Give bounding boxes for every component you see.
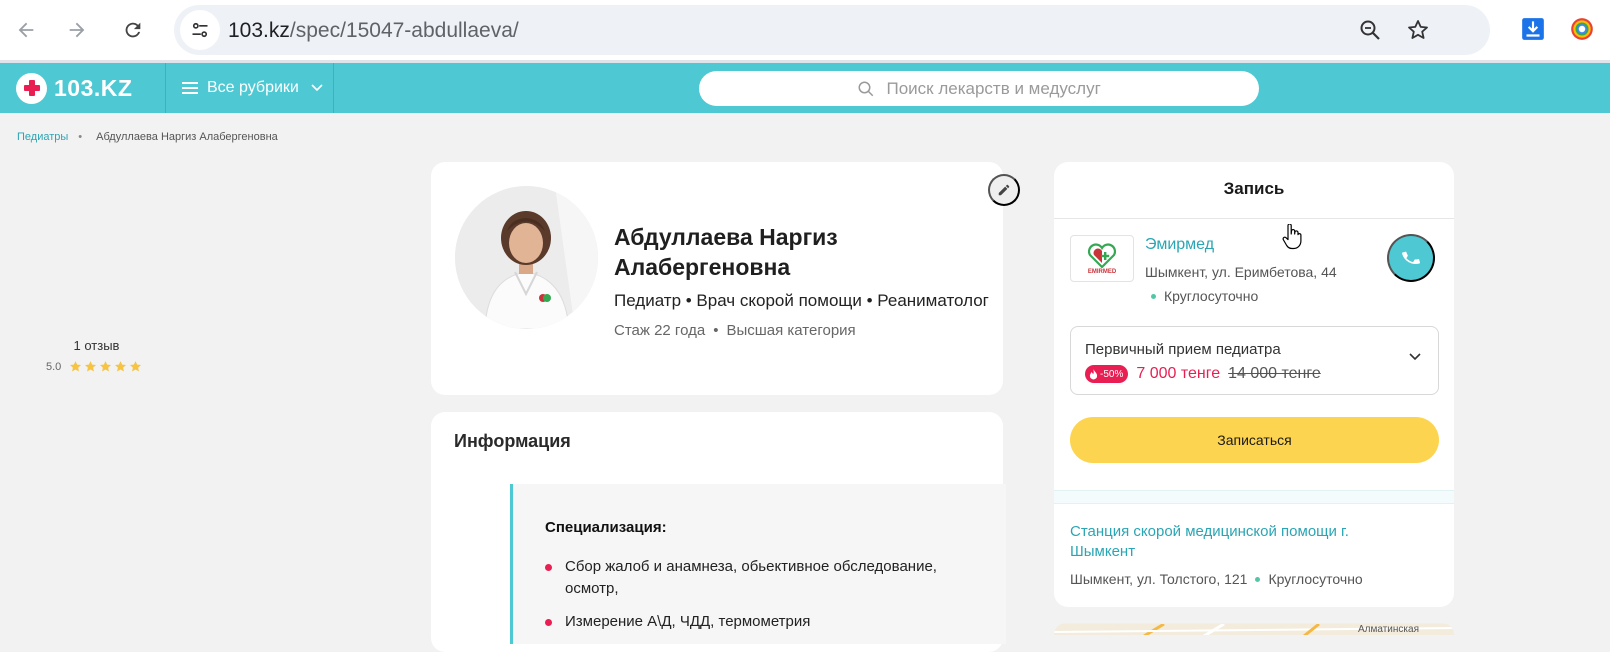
station-name-link[interactable]: Станция скорой медицинской помощи г. Шым… (1070, 522, 1410, 562)
chevron-down-icon[interactable] (1409, 353, 1421, 361)
meta-separator: • (713, 322, 719, 339)
search-icon (857, 80, 875, 98)
book-appointment-button[interactable]: Записаться (1070, 417, 1439, 463)
download-icon[interactable] (1518, 14, 1548, 44)
site-logo[interactable]: 103.KZ (16, 72, 132, 104)
url-host: 103.kz (228, 19, 290, 42)
price-new: 7 000 тенге (1136, 365, 1221, 382)
booking-section-divider (1054, 490, 1454, 504)
chevron-down-icon (311, 84, 323, 92)
star-icon (85, 361, 97, 372)
breadcrumb: Педиатры • Абдуллаева Наргиз Алабергенов… (17, 131, 278, 143)
header-divider (333, 63, 334, 113)
heart-logo-icon (1087, 243, 1117, 268)
logo-text: 103.KZ (54, 74, 133, 101)
flame-icon (1089, 368, 1098, 380)
discount-badge: -50% (1085, 365, 1129, 383)
address-bar[interactable]: 103.kz/spec/15047-abdullaeva/ (174, 5, 1490, 55)
zoom-icon[interactable] (1356, 16, 1384, 44)
extension-icon[interactable] (1567, 14, 1597, 44)
specialization-heading: Специализация: (545, 519, 667, 536)
browser-toolbar: 103.kz/spec/15047-abdullaeva/ (0, 0, 1610, 60)
logo-cross-icon (16, 72, 47, 104)
price-row: -50% 7 000 тенге 14 000 тенге (1085, 365, 1321, 383)
search-box[interactable] (699, 71, 1259, 106)
star-icon (130, 361, 142, 372)
service-select[interactable] (1070, 326, 1439, 395)
reviews-count-link[interactable]: 1 отзыв (28, 338, 165, 353)
breadcrumb-current: Абдуллаева Наргиз Алабергеновна (96, 131, 278, 143)
station-hours: Круглосуточно (1268, 571, 1363, 587)
bookmark-star-icon[interactable] (1404, 16, 1432, 44)
reload-icon[interactable] (115, 12, 151, 48)
rubrics-menu[interactable]: Все рубрики (182, 63, 323, 113)
back-icon[interactable] (8, 12, 44, 48)
price-old: 14 000 тенге (1228, 365, 1321, 382)
call-button[interactable] (1387, 234, 1435, 282)
clinic-name-link[interactable]: Эмирмед (1145, 236, 1214, 254)
doctor-experience: Стаж 22 года (614, 322, 706, 339)
doctor-category: Высшая категория (726, 322, 856, 339)
discount-text: -50% (1100, 368, 1124, 380)
clinic-hours-text: Круглосуточно (1164, 288, 1259, 304)
star-icon (115, 361, 127, 372)
specialization-list: Сбор жалоб и анамнеза, обьективное обсле… (545, 556, 965, 644)
rating-value: 5.0 (46, 360, 62, 373)
clinic-hours: Круглосуточно (1151, 288, 1258, 304)
rating-stars (69, 360, 142, 373)
clinic-address: Шымкент, ул. Еримбетова, 44 (1145, 264, 1337, 280)
edit-profile-button[interactable] (988, 174, 1020, 206)
star-icon (70, 361, 82, 372)
list-item: Сбор жалоб и анамнеза, обьективное обсле… (545, 556, 965, 600)
doctor-avatar (455, 186, 598, 329)
station-meta: Шымкент, ул. Толстого, 121 Круглосуточно (1070, 571, 1363, 587)
map-street-label: Алматинская (1358, 624, 1419, 635)
status-dot (1151, 293, 1156, 299)
star-icon (100, 361, 112, 372)
info-title: Информация (454, 431, 571, 451)
booking-divider (1054, 218, 1454, 219)
rating: 5.0 (46, 360, 142, 373)
clinic-logo[interactable]: EMIRMED (1070, 235, 1134, 282)
search-input[interactable] (886, 78, 1102, 99)
menu-icon (182, 81, 198, 95)
clinic-logo-caption: EMIRMED (1087, 269, 1117, 275)
site-settings-icon[interactable] (180, 10, 220, 50)
pencil-icon (998, 184, 1010, 196)
booking-title: Запись (1223, 179, 1285, 198)
header-divider (165, 63, 166, 113)
forward-icon[interactable] (59, 12, 95, 48)
hand-cursor-icon (1282, 223, 1302, 255)
doctor-name: Абдуллаева Наргиз Алабергеновна (614, 224, 838, 280)
phone-icon (1402, 251, 1420, 264)
site-header: 103.KZ Все рубрики (0, 63, 1610, 113)
breadcrumb-parent-link[interactable]: Педиатры (17, 131, 68, 143)
url-text[interactable]: 103.kz/spec/15047-abdullaeva/ (228, 19, 519, 43)
station-address: Шымкент, ул. Толстого, 121 (1070, 571, 1248, 587)
doctor-specialties: Педиатр • Врач скорой помощи • Реанимато… (614, 291, 989, 310)
url-path: /spec/15047-abdullaeva/ (289, 19, 519, 42)
service-name: Первичный прием педиатра (1085, 341, 1281, 358)
breadcrumb-separator: • (78, 131, 83, 143)
status-dot (1255, 576, 1261, 582)
list-item: Измерение А\Д, ЧДД, термометрия (545, 611, 965, 633)
rubrics-label: Все рубрики (207, 79, 299, 96)
doctor-meta: Стаж 22 года • Высшая категория (614, 322, 856, 339)
